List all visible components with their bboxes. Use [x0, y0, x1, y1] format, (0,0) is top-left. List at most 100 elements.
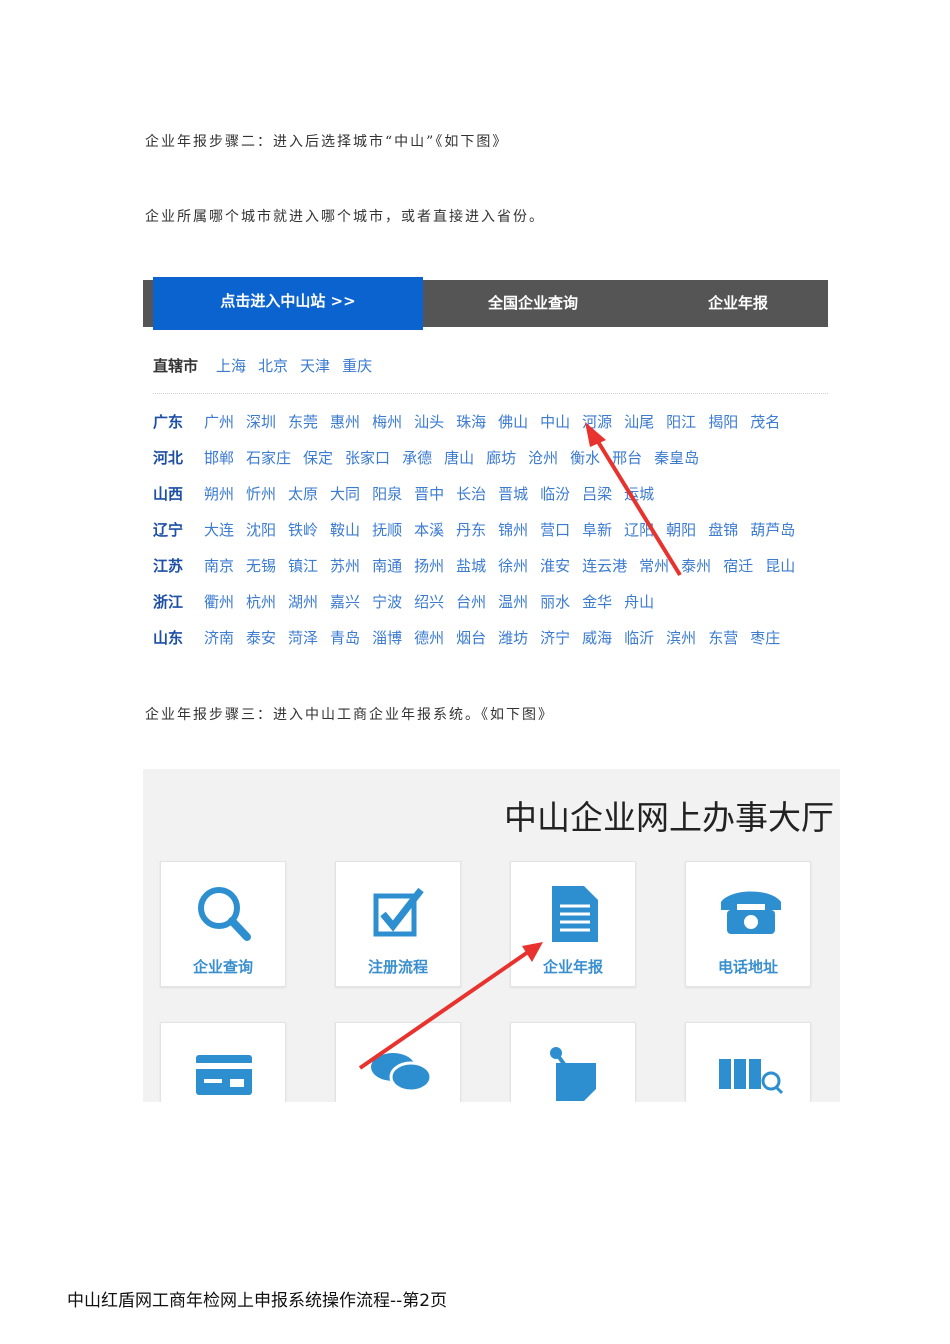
- city-link[interactable]: 中山: [540, 411, 570, 432]
- city-link[interactable]: 淄博: [372, 627, 402, 648]
- city-link[interactable]: 天津: [300, 355, 330, 376]
- city-link[interactable]: 绍兴: [414, 591, 444, 612]
- city-link[interactable]: 忻州: [246, 483, 276, 504]
- city-link[interactable]: 潍坊: [498, 627, 528, 648]
- city-link[interactable]: 镇江: [288, 555, 318, 576]
- city-link[interactable]: 常州: [639, 555, 669, 576]
- city-link[interactable]: 台州: [456, 591, 486, 612]
- province-link[interactable]: 辽宁: [153, 519, 204, 540]
- city-link[interactable]: 南京: [204, 555, 234, 576]
- city-link[interactable]: 本溪: [414, 519, 444, 540]
- tab-annual-report[interactable]: 企业年报: [673, 280, 803, 327]
- tab-national-query[interactable]: 全国企业查询: [443, 280, 623, 327]
- city-link[interactable]: 丽水: [540, 591, 570, 612]
- city-link[interactable]: 东营: [708, 627, 738, 648]
- city-link[interactable]: 菏泽: [288, 627, 318, 648]
- city-link[interactable]: 徐州: [498, 555, 528, 576]
- city-link[interactable]: 衢州: [204, 591, 234, 612]
- city-link[interactable]: 衡水: [570, 447, 600, 468]
- city-link[interactable]: 吕梁: [582, 483, 612, 504]
- city-link[interactable]: 佛山: [498, 411, 528, 432]
- city-link[interactable]: 承德: [402, 447, 432, 468]
- city-link[interactable]: 烟台: [456, 627, 486, 648]
- city-link[interactable]: 长治: [456, 483, 486, 504]
- city-link[interactable]: 沈阳: [246, 519, 276, 540]
- city-link[interactable]: 太原: [288, 483, 318, 504]
- city-link[interactable]: 珠海: [456, 411, 486, 432]
- city-link[interactable]: 阜新: [582, 519, 612, 540]
- city-link[interactable]: 金华: [582, 591, 612, 612]
- city-link[interactable]: 北京: [258, 355, 288, 376]
- city-link[interactable]: 朔州: [204, 483, 234, 504]
- city-link[interactable]: 茂名: [750, 411, 780, 432]
- city-link[interactable]: 德州: [414, 627, 444, 648]
- province-link[interactable]: 山西: [153, 483, 204, 504]
- province-link[interactable]: 江苏: [153, 555, 204, 576]
- city-link[interactable]: 嘉兴: [330, 591, 360, 612]
- city-link[interactable]: 淮安: [540, 555, 570, 576]
- city-link[interactable]: 宁波: [372, 591, 402, 612]
- card-pinned-note[interactable]: [510, 1022, 636, 1102]
- tab-zhongshan[interactable]: 点击进入中山站 >>: [153, 277, 423, 330]
- city-link[interactable]: 舟山: [624, 591, 654, 612]
- city-link[interactable]: 盘锦: [708, 519, 738, 540]
- city-link[interactable]: 秦皇岛: [654, 447, 699, 468]
- city-link[interactable]: 东莞: [288, 411, 318, 432]
- card-annual-report[interactable]: 企业年报: [510, 861, 636, 987]
- card-phone-address[interactable]: 电话地址: [685, 861, 811, 987]
- card-enterprise-query[interactable]: 企业查询: [160, 861, 286, 987]
- city-link[interactable]: 泰安: [246, 627, 276, 648]
- city-link[interactable]: 晋城: [498, 483, 528, 504]
- city-link[interactable]: 鞍山: [330, 519, 360, 540]
- city-link[interactable]: 连云港: [582, 555, 627, 576]
- city-link[interactable]: 宿迁: [723, 555, 753, 576]
- city-link[interactable]: 湖州: [288, 591, 318, 612]
- city-link[interactable]: 无锡: [246, 555, 276, 576]
- city-link[interactable]: 阳泉: [372, 483, 402, 504]
- city-link[interactable]: 广州: [204, 411, 234, 432]
- city-link[interactable]: 邢台: [612, 447, 642, 468]
- city-link[interactable]: 邯郸: [204, 447, 234, 468]
- card-registration[interactable]: 注册流程: [335, 861, 461, 987]
- city-link[interactable]: 运城: [624, 483, 654, 504]
- city-link[interactable]: 锦州: [498, 519, 528, 540]
- city-link[interactable]: 铁岭: [288, 519, 318, 540]
- city-link[interactable]: 汕头: [414, 411, 444, 432]
- city-link[interactable]: 济南: [204, 627, 234, 648]
- province-link[interactable]: 广东: [153, 411, 204, 432]
- city-link[interactable]: 盐城: [456, 555, 486, 576]
- city-link[interactable]: 上海: [216, 355, 246, 376]
- city-link[interactable]: 大同: [330, 483, 360, 504]
- city-link[interactable]: 揭阳: [708, 411, 738, 432]
- city-link[interactable]: 朝阳: [666, 519, 696, 540]
- city-link[interactable]: 昆山: [765, 555, 795, 576]
- city-link[interactable]: 温州: [498, 591, 528, 612]
- city-link[interactable]: 保定: [303, 447, 333, 468]
- card-archive-search[interactable]: [685, 1022, 811, 1102]
- city-link[interactable]: 临沂: [624, 627, 654, 648]
- province-link[interactable]: 河北: [153, 447, 204, 468]
- city-link[interactable]: 威海: [582, 627, 612, 648]
- city-link[interactable]: 枣庄: [750, 627, 780, 648]
- city-link[interactable]: 阳江: [666, 411, 696, 432]
- city-link[interactable]: 梅州: [372, 411, 402, 432]
- city-link[interactable]: 惠州: [330, 411, 360, 432]
- city-link[interactable]: 抚顺: [372, 519, 402, 540]
- city-link[interactable]: 泰州: [681, 555, 711, 576]
- city-link[interactable]: 晋中: [414, 483, 444, 504]
- card-consult[interactable]: [335, 1022, 461, 1102]
- city-link[interactable]: 河源: [582, 411, 612, 432]
- card-payment[interactable]: [160, 1022, 286, 1102]
- city-link[interactable]: 张家口: [345, 447, 390, 468]
- city-link[interactable]: 辽阳: [624, 519, 654, 540]
- city-link[interactable]: 重庆: [342, 355, 372, 376]
- city-link[interactable]: 大连: [204, 519, 234, 540]
- city-link[interactable]: 汕尾: [624, 411, 654, 432]
- city-link[interactable]: 沧州: [528, 447, 558, 468]
- city-link[interactable]: 南通: [372, 555, 402, 576]
- city-link[interactable]: 营口: [540, 519, 570, 540]
- city-link[interactable]: 葫芦岛: [750, 519, 795, 540]
- city-link[interactable]: 杭州: [246, 591, 276, 612]
- city-link[interactable]: 青岛: [330, 627, 360, 648]
- city-link[interactable]: 济宁: [540, 627, 570, 648]
